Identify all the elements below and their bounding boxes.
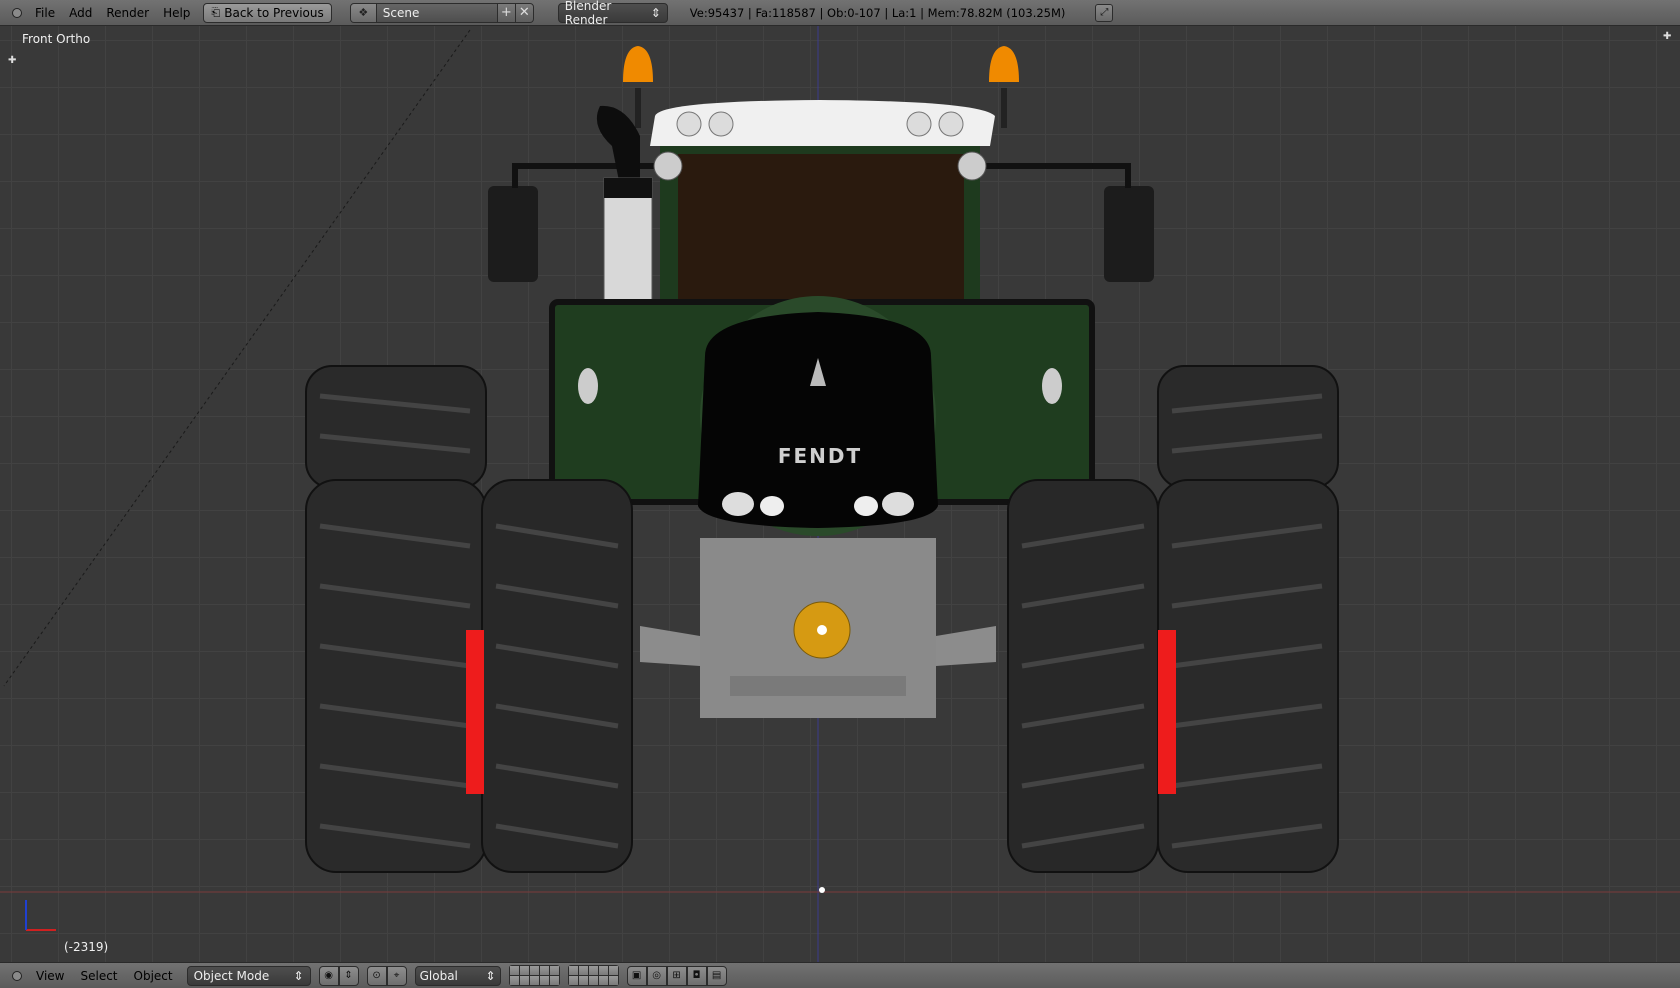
menu-add[interactable]: Add — [62, 6, 99, 20]
pivot-group: ⊙ ⌖ — [366, 965, 407, 986]
headlight — [882, 492, 914, 516]
updown-arrows-icon: ⇕ — [485, 968, 496, 983]
work-light — [653, 151, 683, 181]
beacon-pole — [1001, 88, 1007, 128]
tractor-model: FENDT — [0, 26, 1680, 962]
side-light — [578, 368, 598, 404]
scene-icon[interactable]: ❖ — [350, 3, 377, 22]
scene-name-field[interactable]: Scene — [376, 3, 497, 22]
menu-object[interactable]: Object — [126, 969, 181, 983]
left-beacon — [623, 46, 653, 82]
pivot-point-icon[interactable]: ⊙ — [366, 965, 387, 986]
view-name-label: Front Ortho — [22, 32, 91, 46]
drawbar — [730, 676, 906, 696]
pto-hub-center — [817, 625, 827, 635]
snap-icon[interactable]: ⊞ — [666, 965, 687, 986]
headlight — [760, 496, 784, 516]
work-light — [957, 151, 987, 181]
scene-statistics: Ve:95437 | Fa:118587 | Ob:0-107 | La:1 |… — [689, 5, 1066, 20]
layer-grid-right[interactable] — [567, 965, 619, 986]
viewport-header: View Select Object Object Mode ⇕ ◉ ⇕ ⊙ ⌖… — [0, 962, 1680, 988]
lock-camera-icon[interactable]: ▣ — [626, 965, 647, 986]
manipulator-icon[interactable]: ⌖ — [386, 965, 407, 986]
object-mode-label: Object Mode — [193, 968, 270, 983]
interaction-mode-select[interactable]: Object Mode ⇕ — [186, 965, 311, 986]
back-icon: ⎗ — [211, 5, 221, 19]
add-scene-icon[interactable]: + — [496, 3, 515, 22]
right-mirror-arm — [980, 163, 1131, 188]
viewport-shading-icon[interactable]: ◉ — [318, 965, 339, 986]
updown-arrows-icon: ⇕ — [293, 968, 304, 983]
proportional-edit-icon[interactable]: ◎ — [646, 965, 667, 986]
header-collapse-button[interactable] — [12, 970, 22, 981]
properties-toggle-icon[interactable]: ✚ — [8, 56, 18, 66]
render-engine-label: Blender Render — [564, 0, 612, 27]
menu-help[interactable]: Help — [156, 6, 197, 20]
transform-orientation-select[interactable]: Global ⇕ — [414, 965, 501, 986]
side-light — [1042, 368, 1062, 404]
fullscreen-toggle-icon[interactable]: ⤢ — [1095, 3, 1114, 22]
right-mirror — [1104, 186, 1154, 282]
scene-selector[interactable]: ❖ Scene + ✕ — [349, 2, 534, 23]
left-reflector — [466, 630, 484, 794]
updown-arrows-icon: ⇕ — [650, 5, 661, 20]
origin-marker — [819, 887, 825, 893]
brand-text: FENDT — [778, 444, 862, 468]
tools-group: ▣ ◎ ⊞ ◘ ▤ — [626, 965, 727, 986]
right-beacon — [989, 46, 1019, 82]
roof-light — [938, 111, 964, 137]
shading-group: ◉ ⇕ — [318, 965, 359, 986]
back-to-previous-label: Back to Previous — [224, 5, 324, 20]
orientation-label: Global — [419, 968, 458, 983]
tool-shelf-toggle-icon[interactable]: ✚ — [1663, 32, 1673, 42]
roof-light — [708, 111, 734, 137]
exhaust-pipe — [596, 105, 640, 186]
hitch-arm — [936, 626, 996, 666]
roof-light — [906, 111, 932, 137]
current-frame-label: (-2319) — [64, 940, 109, 954]
menu-view[interactable]: View — [28, 969, 72, 983]
hitch-arm — [640, 626, 700, 666]
right-inner-wheel — [1007, 479, 1159, 873]
menu-render[interactable]: Render — [99, 6, 156, 20]
updown-arrows-icon[interactable]: ⇕ — [338, 965, 359, 986]
roof-light — [676, 111, 702, 137]
header-collapse-button[interactable] — [12, 7, 22, 18]
right-reflector — [1158, 630, 1176, 794]
render-engine-select[interactable]: Blender Render ⇕ — [557, 0, 668, 27]
axis-orientation-icon — [25, 900, 56, 931]
left-inner-wheel — [481, 479, 633, 873]
info-header: File Add Render Help ⎗ Back to Previous … — [0, 0, 1680, 27]
render-animation-icon[interactable]: ▤ — [706, 965, 727, 986]
delete-scene-icon[interactable]: ✕ — [514, 3, 533, 22]
beacon-pole — [635, 88, 641, 128]
back-to-previous-button[interactable]: ⎗ Back to Previous — [203, 2, 332, 23]
layer-grid-left[interactable] — [508, 965, 560, 986]
exhaust-cap — [604, 178, 652, 198]
headlight — [854, 496, 878, 516]
3d-viewport[interactable]: FENDT Front Ortho ✚ ✚ (-2319) — [0, 26, 1680, 962]
menu-select[interactable]: Select — [72, 969, 125, 983]
render-icon[interactable]: ◘ — [686, 965, 707, 986]
left-mirror — [488, 186, 538, 282]
headlight — [722, 492, 754, 516]
menu-file[interactable]: File — [28, 6, 62, 20]
